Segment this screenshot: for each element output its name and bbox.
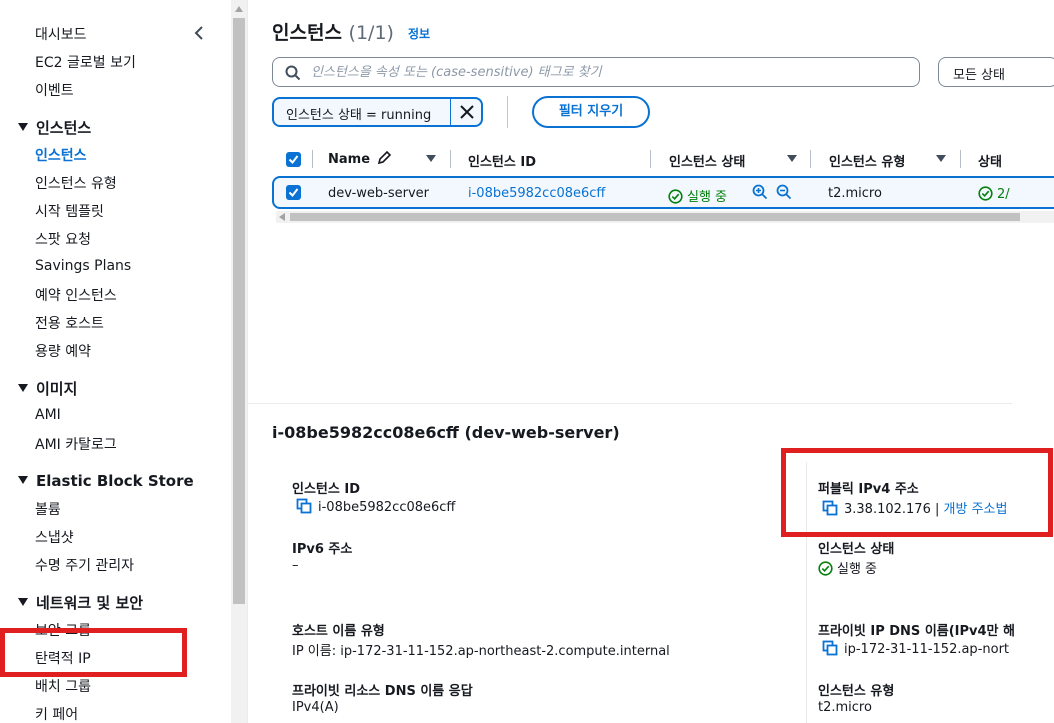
instance-type-value: t2.micro <box>818 700 872 715</box>
instance-state-label: 인스턴스 상태 <box>818 542 895 557</box>
zoom-out-icon[interactable] <box>776 184 792 204</box>
table-header: Name 인스턴스 ID 인스턴스 상태 인스턴스 유형 상태 <box>272 146 1054 174</box>
collapse-sidebar-icon[interactable] <box>192 25 208 43</box>
sidebar-item-events[interactable]: 이벤트 <box>35 80 74 100</box>
private-dns-response-value: IPv4(A) <box>292 700 339 715</box>
col-header-instance-id[interactable]: 인스턴스 ID <box>468 151 536 170</box>
sidebar-item-instance-types[interactable]: 인스턴스 유형 <box>35 173 117 193</box>
private-dns-response-label: 프라이빗 리소스 DNS 이름 응답 <box>292 684 473 699</box>
split-divider[interactable] <box>248 403 1012 404</box>
private-ip-dns-label: 프라이빗 IP DNS 이름(IPv4만 해 <box>818 624 1016 639</box>
sidebar-item-dashboard[interactable]: 대시보드 <box>35 24 87 44</box>
select-all-checkbox[interactable] <box>286 152 301 167</box>
sidebar-item-launch-templates[interactable]: 시작 템플릿 <box>35 201 104 221</box>
details-title: i-08be5982cc08e6cff (dev-web-server) <box>272 423 620 442</box>
success-check-icon <box>668 189 683 204</box>
public-ipv4-value: 3.38.102.176 | 개방 주소법 <box>822 498 1007 520</box>
row-state: 실행 중 <box>668 186 727 205</box>
filter-token-label: 인스턴스 상태 = running <box>286 108 432 123</box>
instance-id-label: 인스턴스 ID <box>292 482 360 497</box>
caret-down-icon <box>18 384 28 392</box>
row-checkbox[interactable] <box>286 185 301 200</box>
sidebar-item-global-view[interactable]: EC2 글로벌 보기 <box>35 52 136 72</box>
instance-state-value: 실행 중 <box>818 558 877 577</box>
scroll-left-icon[interactable] <box>279 213 285 221</box>
scrollbar-thumb[interactable] <box>233 18 245 604</box>
sidebar-item-dedicated-hosts[interactable]: 전용 호스트 <box>35 313 104 333</box>
sidebar-item-capacity-reservations[interactable]: 용량 예약 <box>35 341 91 361</box>
sidebar-item-reserved-instances[interactable]: 예약 인스턴스 <box>35 285 117 305</box>
remove-filter-icon[interactable] <box>458 103 476 125</box>
sidebar-item-security-groups[interactable]: 보안 그룹 <box>35 620 91 640</box>
check-icon <box>288 188 299 198</box>
sidebar-item-ami[interactable]: AMI <box>35 407 61 423</box>
sort-caret-icon[interactable] <box>426 155 436 162</box>
caret-down-icon <box>18 598 28 606</box>
filter-token: 인스턴스 상태 = running <box>272 97 483 127</box>
sidebar-item-spot-requests[interactable]: 스팟 요청 <box>35 229 91 249</box>
row-instance-id-link[interactable]: i-08be5982cc08e6cff <box>468 186 605 201</box>
instance-type-label: 인스턴스 유형 <box>818 684 895 699</box>
col-header-name[interactable]: Name <box>328 150 393 167</box>
info-link[interactable]: 정보 <box>408 25 430 42</box>
sort-caret-icon[interactable] <box>787 155 797 162</box>
sidebar-scrollbar[interactable] <box>231 0 247 723</box>
caret-down-icon <box>18 476 28 484</box>
copy-icon[interactable] <box>822 640 838 660</box>
copy-icon[interactable] <box>822 500 838 520</box>
clear-filters-button[interactable]: 필터 지우기 <box>532 96 650 128</box>
sidebar-item-snapshots[interactable]: 스냅샷 <box>35 527 74 547</box>
zoom-in-icon[interactable] <box>752 184 768 204</box>
main-content: 인스턴스 (1/1) 정보 모든 상태 인스턴스 상태 = running 필터… <box>248 0 1054 723</box>
scroll-up-icon[interactable] <box>235 6 243 12</box>
col-header-instance-state[interactable]: 인스턴스 상태 <box>669 151 745 170</box>
sidebar-nav: 대시보드 EC2 글로벌 보기 이벤트 인스턴스 인스턴스 인스턴스 유형 시작… <box>0 0 231 723</box>
caret-down-icon <box>18 123 28 131</box>
hostname-type-label: 호스트 이름 유형 <box>292 624 385 639</box>
table-row[interactable]: dev-web-server i-08be5982cc08e6cff 실행 중 … <box>272 176 1054 209</box>
sidebar-item-instances[interactable]: 인스턴스 <box>35 145 87 165</box>
sidebar-item-placement-groups[interactable]: 배치 그룹 <box>35 676 91 696</box>
sidebar-item-elastic-ip[interactable]: 탄력적 IP <box>35 648 91 668</box>
success-check-icon <box>978 186 993 201</box>
hostname-type-value: IP 이름: ip-172-31-11-152.ap-northeast-2.c… <box>292 644 670 659</box>
open-address-link[interactable]: 개방 주소법 <box>944 502 1008 517</box>
sidebar-section-ebs[interactable]: Elastic Block Store <box>18 472 194 490</box>
table-horizontal-scrollbar[interactable] <box>276 211 1054 223</box>
public-ipv4-label: 퍼블릭 IPv4 주소 <box>818 482 919 497</box>
search-box[interactable] <box>272 57 920 87</box>
row-name: dev-web-server <box>328 186 430 201</box>
row-status-check: 2/ <box>978 186 1010 202</box>
sidebar-item-ami-catalog[interactable]: AMI 카탈로그 <box>35 434 117 454</box>
check-icon <box>288 155 299 165</box>
col-header-instance-type[interactable]: 인스턴스 유형 <box>829 151 905 170</box>
instance-count: (1/1) <box>348 22 394 44</box>
edit-pencil-icon[interactable] <box>377 150 393 165</box>
private-ip-dns-value: ip-172-31-11-152.ap-nort <box>822 640 1009 660</box>
ipv6-label: IPv6 주소 <box>292 542 353 557</box>
search-icon <box>285 65 301 81</box>
sort-caret-icon[interactable] <box>936 155 946 162</box>
scrollbar-thumb[interactable] <box>290 213 1020 221</box>
page-title: 인스턴스 (1/1) <box>272 22 394 44</box>
row-instance-type: t2.micro <box>828 186 882 201</box>
sidebar-item-volumes[interactable]: 볼륨 <box>35 499 61 519</box>
ipv6-value: – <box>292 558 299 573</box>
sidebar-section-images[interactable]: 이미지 <box>18 378 77 399</box>
sidebar-item-savings-plans[interactable]: Savings Plans <box>35 258 131 274</box>
col-header-status[interactable]: 상태 <box>978 151 1002 170</box>
sidebar-section-instances[interactable]: 인스턴스 <box>18 117 91 138</box>
sidebar-item-lifecycle-manager[interactable]: 수명 주기 관리자 <box>35 555 134 575</box>
copy-icon[interactable] <box>296 498 312 518</box>
success-check-icon <box>818 561 833 576</box>
sidebar-item-key-pairs[interactable]: 키 페어 <box>35 704 78 723</box>
search-input[interactable] <box>311 61 901 83</box>
instance-id-value: i-08be5982cc08e6cff <box>296 498 455 518</box>
state-filter-select[interactable]: 모든 상태 <box>938 57 1054 87</box>
sidebar-section-network-security[interactable]: 네트워크 및 보안 <box>18 592 143 613</box>
